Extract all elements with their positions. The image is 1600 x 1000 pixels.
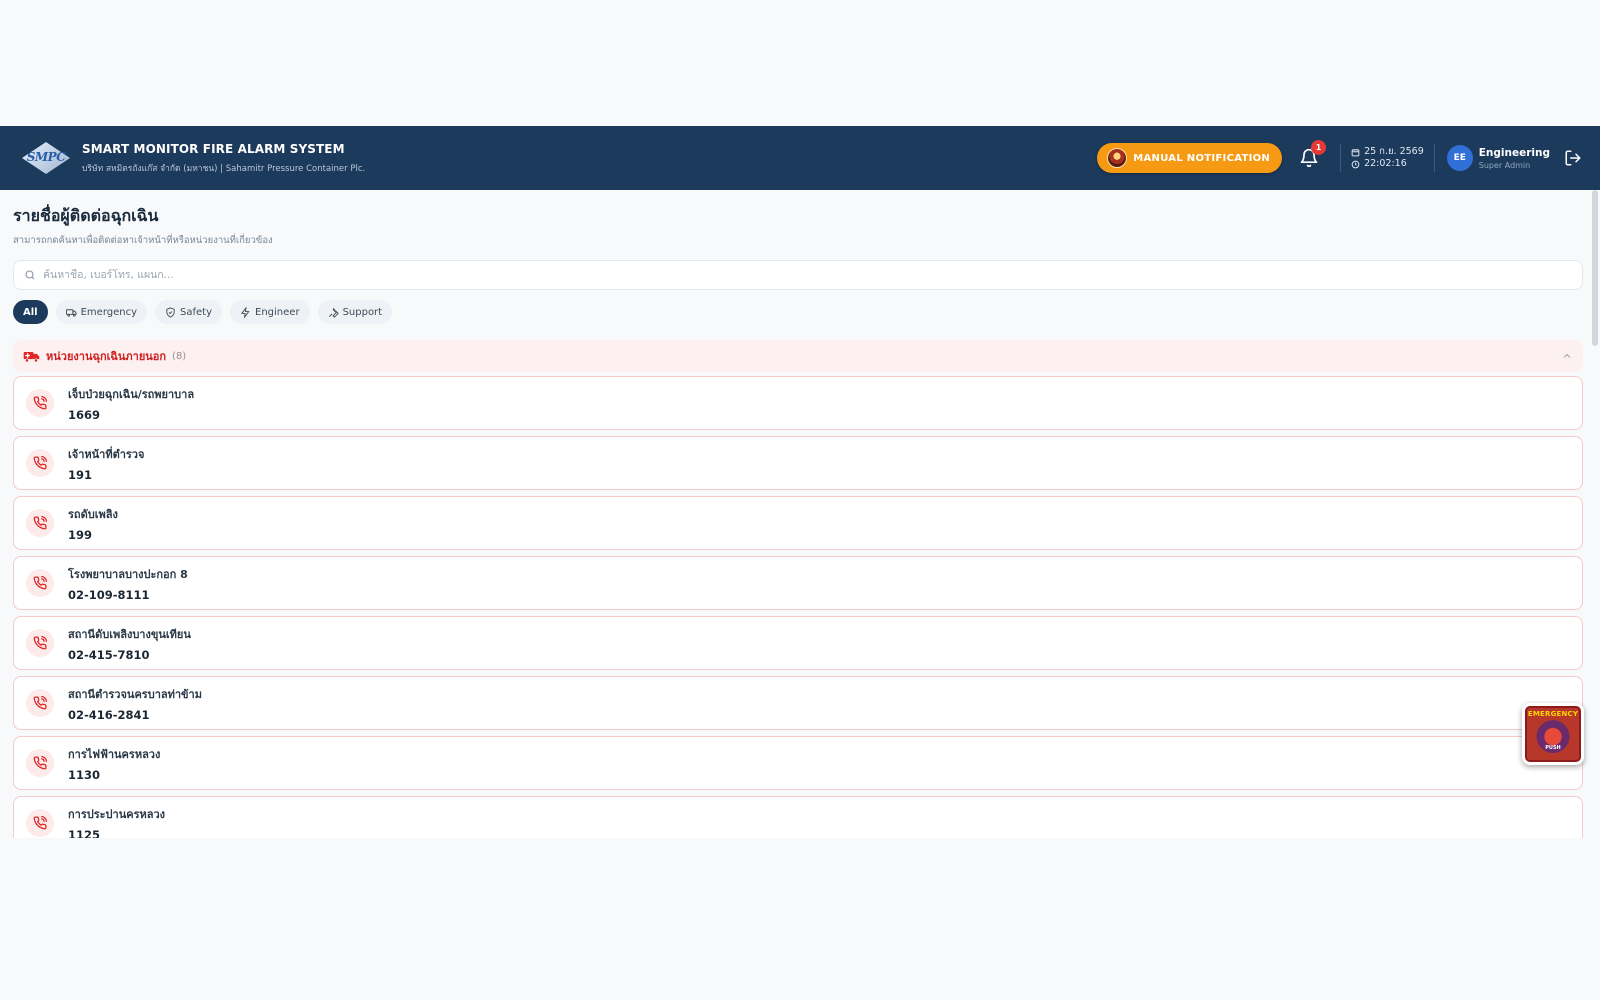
app-header: SMPC SMART MONITOR FIRE ALARM SYSTEM บริ… (0, 126, 1600, 190)
phone-icon (33, 756, 47, 770)
contact-name: เจ็บป่วยฉุกเฉิน/รถพยาบาล (68, 387, 195, 401)
filter-label: All (23, 306, 38, 318)
manual-notification-button[interactable]: MANUAL NOTIFICATION (1097, 143, 1283, 173)
group-title: หน่วยงานฉุกเฉินภายนอก (46, 350, 167, 363)
contact-item[interactable]: เจ็บป่วยฉุกเฉิน/รถพยาบาล 1669 (13, 376, 1583, 430)
calendar-icon (1351, 148, 1360, 156)
contact-name: สถานีตำรวจนครบาลท่าข้าม (68, 687, 202, 701)
filter-label: Support (342, 306, 383, 318)
phone-icon (33, 636, 47, 650)
company-logo: SMPC (18, 140, 74, 176)
main-content: รายชื่อผู้ติดต่อฉุกเฉิน สามารถกดค้นหาเพื… (13, 190, 1583, 838)
group-count: (8) (172, 350, 187, 362)
contact-number: 199 (68, 527, 93, 542)
clock-icon (1351, 160, 1360, 168)
current-date: 25 ก.ย. 2569 (1364, 146, 1424, 157)
contact-list: เจ็บป่วยฉุกเฉิน/รถพยาบาล 1669 เจ้าหน้าที… (13, 376, 1583, 838)
emergency-push-button[interactable]: EMERGENCY PUSH (1522, 703, 1584, 765)
current-time: 22:02:16 (1364, 158, 1407, 169)
ambulance-icon (23, 351, 40, 362)
notification-count-badge: 1 (1311, 140, 1327, 155)
phone-icon (33, 456, 47, 470)
contact-item[interactable]: เจ้าหน้าที่ตำรวจ 191 (13, 436, 1583, 490)
ambulance-icon (65, 308, 77, 317)
logout-icon[interactable] (1564, 149, 1582, 167)
page-subtitle: สามารถกดค้นหาเพื่อติดต่อหาเจ้าหน้าที่หรื… (13, 235, 273, 246)
filter-engineer[interactable]: Engineer (230, 300, 310, 324)
phone-icon-circle (26, 569, 54, 597)
scrollbar-thumb[interactable] (1592, 190, 1598, 346)
divider (1340, 144, 1342, 172)
user-name: Engineering (1478, 146, 1550, 159)
contact-name: การประปานครหลวง (68, 807, 166, 821)
emergency-label: EMERGENCY (1527, 710, 1579, 718)
shield-icon (166, 306, 175, 318)
contact-name: สถานีดับเพลิงบางขุนเทียน (68, 627, 191, 641)
app-title: SMART MONITOR FIRE ALARM SYSTEM (82, 141, 345, 156)
contact-name: โรงพยาบาลบางปะกอก 8 (68, 567, 188, 581)
user-role: Super Admin (1478, 160, 1531, 170)
phone-icon (33, 396, 47, 410)
phone-icon-circle (26, 509, 54, 537)
filter-safety[interactable]: Safety (155, 300, 223, 324)
page-title: รายชื่อผู้ติดต่อฉุกเฉิน (13, 206, 159, 225)
contact-item[interactable]: การไฟฟ้านครหลวง 1130 (13, 736, 1583, 790)
company-subtitle: บริษัท สหมิตรถังแก๊ส จำกัด (มหาชน) | Sah… (82, 163, 366, 174)
contact-item[interactable]: โรงพยาบาลบางปะกอก 8 02-109-8111 (13, 556, 1583, 610)
contact-item[interactable]: การประปานครหลวง 1125 (13, 796, 1583, 838)
contact-number: 02-415-7810 (68, 647, 150, 662)
filter-all[interactable]: All (13, 300, 48, 324)
divider (1433, 144, 1435, 172)
contact-number: 02-109-8111 (68, 587, 150, 602)
contact-number: 1130 (68, 767, 101, 782)
filter-label: Engineer (255, 306, 300, 318)
lightning-icon (240, 306, 250, 318)
phone-icon-circle (26, 809, 54, 837)
phone-icon (33, 696, 47, 710)
contact-name: รถดับเพลิง (68, 507, 118, 521)
phone-icon (33, 516, 47, 530)
user-avatar[interactable]: EE (1446, 145, 1473, 171)
user-info[interactable]: Engineering Super Admin (1479, 147, 1550, 170)
phone-icon-circle (26, 449, 54, 477)
filter-chips: All Emergency Safety Engineer Support (13, 300, 1583, 324)
search-input[interactable] (43, 269, 1572, 281)
contact-name: เจ้าหน้าที่ตำรวจ (68, 447, 145, 461)
chevron-up-icon[interactable] (1561, 350, 1573, 362)
search-icon (25, 270, 35, 280)
phone-icon (33, 576, 47, 590)
manual-notification-label: MANUAL NOTIFICATION (1133, 152, 1271, 164)
filter-emergency[interactable]: Emergency (55, 300, 148, 324)
contact-number: 1125 (68, 827, 101, 839)
group-header-external-emergency[interactable]: หน่วยงานฉุกเฉินภายนอก (8) (13, 340, 1583, 372)
header-actions: MANUAL NOTIFICATION 1 25 ก.ย. 2569 22:02… (1097, 140, 1582, 173)
phone-icon (33, 816, 47, 830)
contact-item[interactable]: รถดับเพลิง 199 (13, 496, 1583, 550)
filter-label: Emergency (80, 306, 138, 318)
datetime-display: 25 ก.ย. 2569 22:02:16 (1351, 146, 1424, 170)
phone-icon-circle (26, 629, 54, 657)
contact-item[interactable]: สถานีตำรวจนครบาลท่าข้าม 02-416-2841 (13, 676, 1583, 730)
wrench-icon (328, 307, 339, 318)
fire-alarm-icon (1107, 148, 1128, 168)
filter-support[interactable]: Support (317, 300, 393, 324)
contact-number: 02-416-2841 (68, 707, 150, 722)
notification-bell-button[interactable]: 1 (1294, 140, 1327, 173)
phone-icon-circle (26, 389, 54, 417)
contact-item[interactable]: สถานีดับเพลิงบางขุนเทียน 02-415-7810 (13, 616, 1583, 670)
search-box[interactable] (13, 260, 1583, 290)
contact-name: การไฟฟ้านครหลวง (68, 747, 161, 761)
top-blank-area (0, 0, 1600, 126)
emergency-siren-icon: EMERGENCY PUSH (1525, 706, 1581, 762)
push-label: PUSH (1545, 745, 1561, 751)
phone-icon-circle (26, 689, 54, 717)
filter-label: Safety (180, 306, 213, 318)
contact-number: 191 (68, 467, 93, 482)
contact-number: 1669 (68, 407, 101, 422)
brand-block: SMART MONITOR FIRE ALARM SYSTEM บริษัท ส… (82, 142, 365, 175)
phone-icon-circle (26, 749, 54, 777)
